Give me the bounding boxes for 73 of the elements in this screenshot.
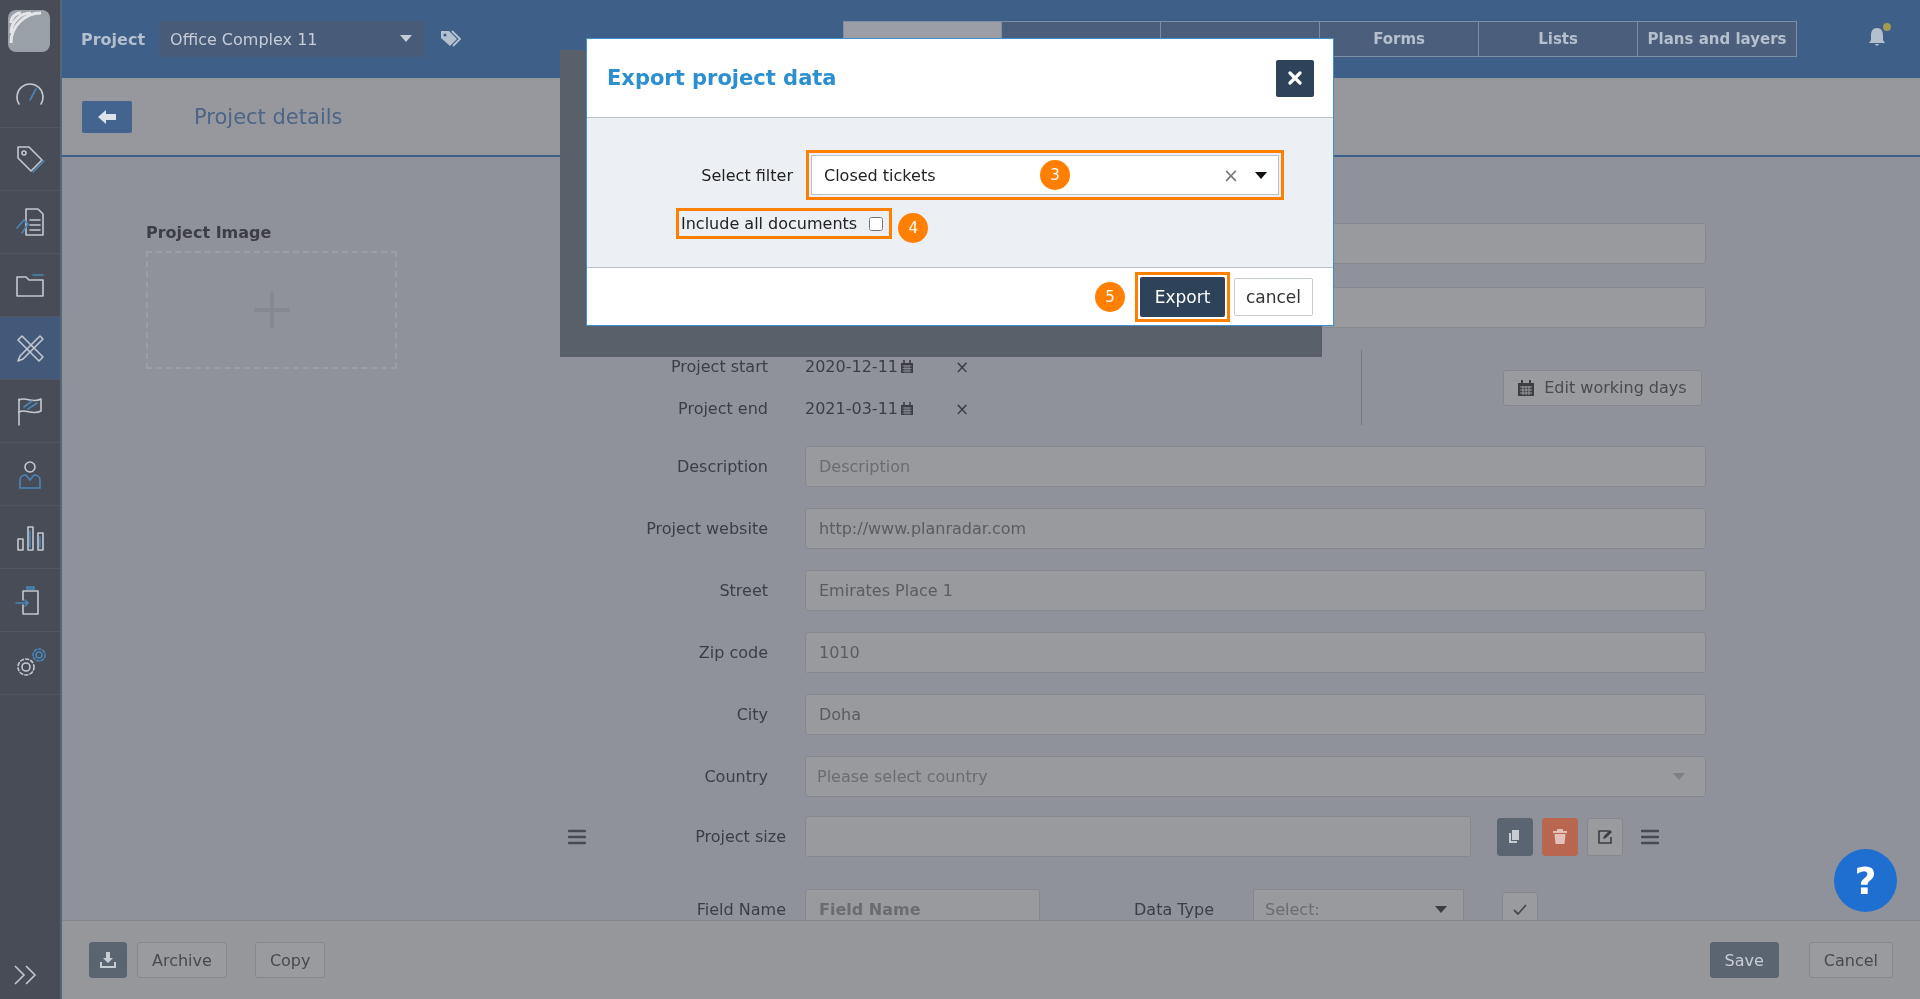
save-button[interactable]: Save [1709, 942, 1779, 978]
field-label: Data Type [1134, 900, 1215, 919]
gears-icon [14, 647, 46, 679]
date-field[interactable]: 2020-12-11 [805, 357, 955, 376]
document-icon [14, 206, 46, 238]
drag-handle-icon[interactable] [568, 828, 586, 845]
sidebar-item[interactable] [0, 317, 60, 380]
close-button[interactable] [1276, 59, 1314, 97]
clear-button[interactable]: × [955, 356, 970, 377]
help-button[interactable]: ? [1834, 849, 1897, 912]
cancel-button[interactable]: Cancel [1808, 942, 1893, 978]
input-field[interactable]: Doha [805, 694, 1706, 735]
checkbox-label: Include all documents [681, 214, 858, 233]
field-label: City [735, 705, 768, 724]
step-badge: 4 [898, 213, 929, 243]
caret-icon [1255, 171, 1267, 179]
field-label: Description [675, 457, 768, 476]
download-icon [100, 952, 116, 968]
clear-button[interactable]: × [955, 398, 970, 419]
input-field[interactable]: http://www.planradar.com [805, 508, 1706, 549]
bell-icon[interactable] [1868, 27, 1886, 47]
tab[interactable]: Forms [1320, 21, 1480, 57]
ruler-pencil-icon [14, 332, 46, 364]
checkbox[interactable] [869, 216, 884, 231]
tab[interactable]: Lists [1479, 21, 1639, 57]
caret-icon [1435, 905, 1448, 914]
trash-icon [1553, 829, 1567, 844]
delete-button[interactable] [1542, 817, 1578, 856]
field-label: Project website [645, 519, 768, 538]
input-field[interactable]: 1010 [805, 632, 1706, 673]
input-field[interactable]: Emirates Place 1 [805, 570, 1706, 611]
caret-icon [1673, 772, 1685, 781]
export-button[interactable]: Export [1140, 276, 1225, 317]
tag-icon [14, 143, 46, 175]
calendar-icon [1518, 379, 1535, 396]
field-label: Project size [694, 827, 786, 846]
field-label: Country [703, 767, 768, 786]
edit-working-days-button[interactable]: Edit working days [1503, 369, 1702, 406]
image-label: Project Image [146, 223, 273, 242]
expand-icon[interactable] [13, 964, 39, 986]
edit-icon [1598, 829, 1612, 844]
close-icon [1288, 71, 1302, 85]
copy-icon [1508, 829, 1522, 844]
field-label: Street [718, 581, 768, 600]
project-label: Project [81, 29, 146, 49]
arrow-left-icon [98, 109, 116, 124]
page-title: Project details [194, 104, 343, 129]
copy-button[interactable] [1497, 817, 1533, 856]
field-label: Project end [677, 399, 768, 418]
field-label: Zip code [697, 643, 768, 662]
menu-icon[interactable] [1641, 828, 1659, 845]
footer-button[interactable]: Archive [137, 942, 227, 978]
project-select[interactable]: Office Complex 11 [159, 21, 426, 57]
download-button[interactable] [89, 942, 127, 978]
edit-button[interactable] [1587, 817, 1623, 856]
field-label: Field Name [695, 900, 786, 919]
calendar-icon [901, 360, 913, 373]
tags-icon[interactable] [440, 30, 463, 48]
caret-icon [400, 35, 413, 43]
footer-button[interactable]: Copy [254, 942, 326, 978]
calendar-icon [901, 402, 913, 415]
check-icon [1513, 904, 1528, 915]
clear-button[interactable]: × [1223, 164, 1239, 186]
field-label: Project start [669, 357, 768, 376]
dialog-title: Export project data [607, 66, 837, 90]
field-label: Select filter [700, 165, 793, 185]
logo-icon[interactable] [7, 9, 51, 53]
tab[interactable]: Plans and layers [1638, 21, 1798, 57]
step-badge: 5 [1095, 281, 1125, 312]
date-field[interactable]: 2021-03-11 [805, 399, 955, 418]
confirm-button[interactable] [1502, 891, 1539, 920]
back-button[interactable] [82, 100, 132, 133]
cancel-button[interactable]: cancel [1234, 277, 1313, 316]
